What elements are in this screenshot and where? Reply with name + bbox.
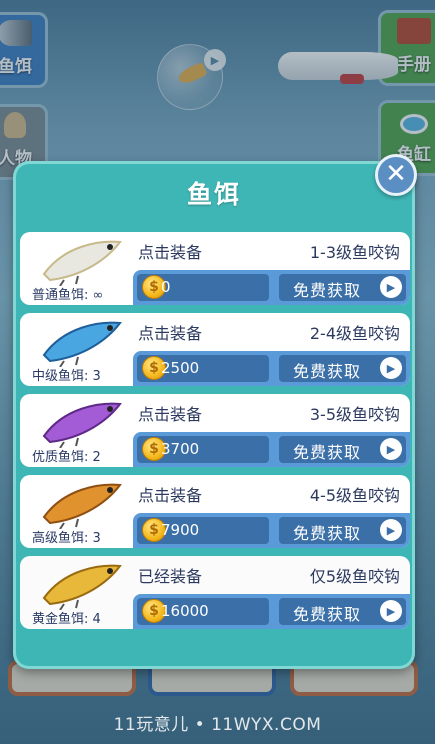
bait-name: 中级鱼饵: 3 (32, 369, 101, 384)
lure-icon (42, 483, 122, 529)
bait-name: 优质鱼饵: 2 (32, 450, 101, 465)
bait-row-quality[interactable]: 优质鱼饵: 2 点击装备 3-5级鱼咬钩 $ 3700 免费获取 ▶ (20, 394, 410, 467)
lure-icon (42, 321, 122, 367)
bait-row-intermediate[interactable]: 中级鱼饵: 3 点击装备 2-4级鱼咬钩 $ 2500 免费获取 ▶ (20, 313, 410, 386)
equip-button[interactable]: 点击装备 (138, 239, 202, 263)
play-icon: ▶ (380, 438, 402, 460)
bait-price: 2500 (161, 359, 200, 377)
watermark-text: 11玩意儿 • 11WYX.COM (113, 715, 322, 735)
equip-button[interactable]: 点击装备 (138, 320, 202, 344)
free-get-button[interactable]: 免费获取 ▶ (279, 598, 406, 625)
bait-action-bar: $ 3700 免费获取 ▶ (133, 432, 410, 467)
buy-price-button[interactable]: $ 3700 (137, 436, 269, 463)
bait-price: 3700 (161, 440, 200, 458)
free-get-button[interactable]: 免费获取 ▶ (279, 436, 406, 463)
bite-range: 2-4级鱼咬钩 (309, 324, 400, 343)
free-get-label: 免费获取 (293, 281, 362, 300)
play-icon: ▶ (380, 600, 402, 622)
bait-row-normal[interactable]: 普通鱼饵: ∞ 点击装备 1-3级鱼咬钩 $ 0 免费获取 ▶ (20, 232, 410, 305)
free-get-label: 免费获取 (293, 443, 362, 462)
play-icon: ▶ (380, 357, 402, 379)
free-get-button[interactable]: 免费获取 ▶ (279, 355, 406, 382)
equip-button[interactable]: 点击装备 (138, 401, 202, 425)
lure-icon (42, 564, 122, 610)
play-icon: ▶ (380, 519, 402, 541)
free-get-label: 免费获取 (293, 605, 362, 624)
lure-icon (42, 402, 122, 448)
bait-row-advanced[interactable]: 高级鱼饵: 3 点击装备 4-5级鱼咬钩 $ 7900 免费获取 ▶ (20, 475, 410, 548)
bait-action-bar: $ 0 免费获取 ▶ (133, 270, 410, 305)
free-get-button[interactable]: 免费获取 ▶ (279, 517, 406, 544)
bite-range: 3-5级鱼咬钩 (309, 405, 400, 424)
close-button[interactable]: ✕ (375, 154, 417, 196)
buy-price-button[interactable]: $ 0 (137, 274, 269, 301)
bait-action-bar: $ 7900 免费获取 ▶ (133, 513, 410, 548)
bait-name: 高级鱼饵: 3 (32, 531, 101, 546)
bait-price: 7900 (161, 521, 200, 539)
buy-price-button[interactable]: $ 2500 (137, 355, 269, 382)
bite-range: 1-3级鱼咬钩 (309, 243, 400, 262)
bait-action-bar: $ 16000 免费获取 ▶ (133, 594, 410, 629)
lure-icon (42, 240, 122, 286)
bait-row-gold[interactable]: 黄金鱼饵: 4 已经装备 仅5级鱼咬钩 $ 16000 免费获取 ▶ (20, 556, 410, 629)
dialog-title: 鱼饵 (186, 180, 241, 209)
bait-price: 0 (161, 278, 171, 296)
free-get-label: 免费获取 (293, 362, 362, 381)
free-get-label: 免费获取 (293, 524, 362, 543)
buy-price-button[interactable]: $ 16000 (137, 598, 269, 625)
bite-range: 仅5级鱼咬钩 (309, 567, 400, 586)
bait-dialog: 鱼饵 ✕ 普通鱼饵: ∞ 点击装备 1-3级鱼咬钩 $ 0 免费获取 ▶ 中级鱼… (13, 154, 417, 669)
free-get-button[interactable]: 免费获取 ▶ (279, 274, 406, 301)
close-icon: ✕ (385, 159, 407, 189)
bait-name: 普通鱼饵: ∞ (32, 288, 104, 303)
bait-name: 黄金鱼饵: 4 (32, 612, 101, 627)
play-icon: ▶ (380, 276, 402, 298)
bait-action-bar: $ 2500 免费获取 ▶ (133, 351, 410, 386)
bait-price: 16000 (161, 602, 209, 620)
buy-price-button[interactable]: $ 7900 (137, 517, 269, 544)
equipped-status: 已经装备 (138, 567, 203, 586)
bite-range: 4-5级鱼咬钩 (309, 486, 400, 505)
equip-button[interactable]: 点击装备 (138, 482, 202, 506)
